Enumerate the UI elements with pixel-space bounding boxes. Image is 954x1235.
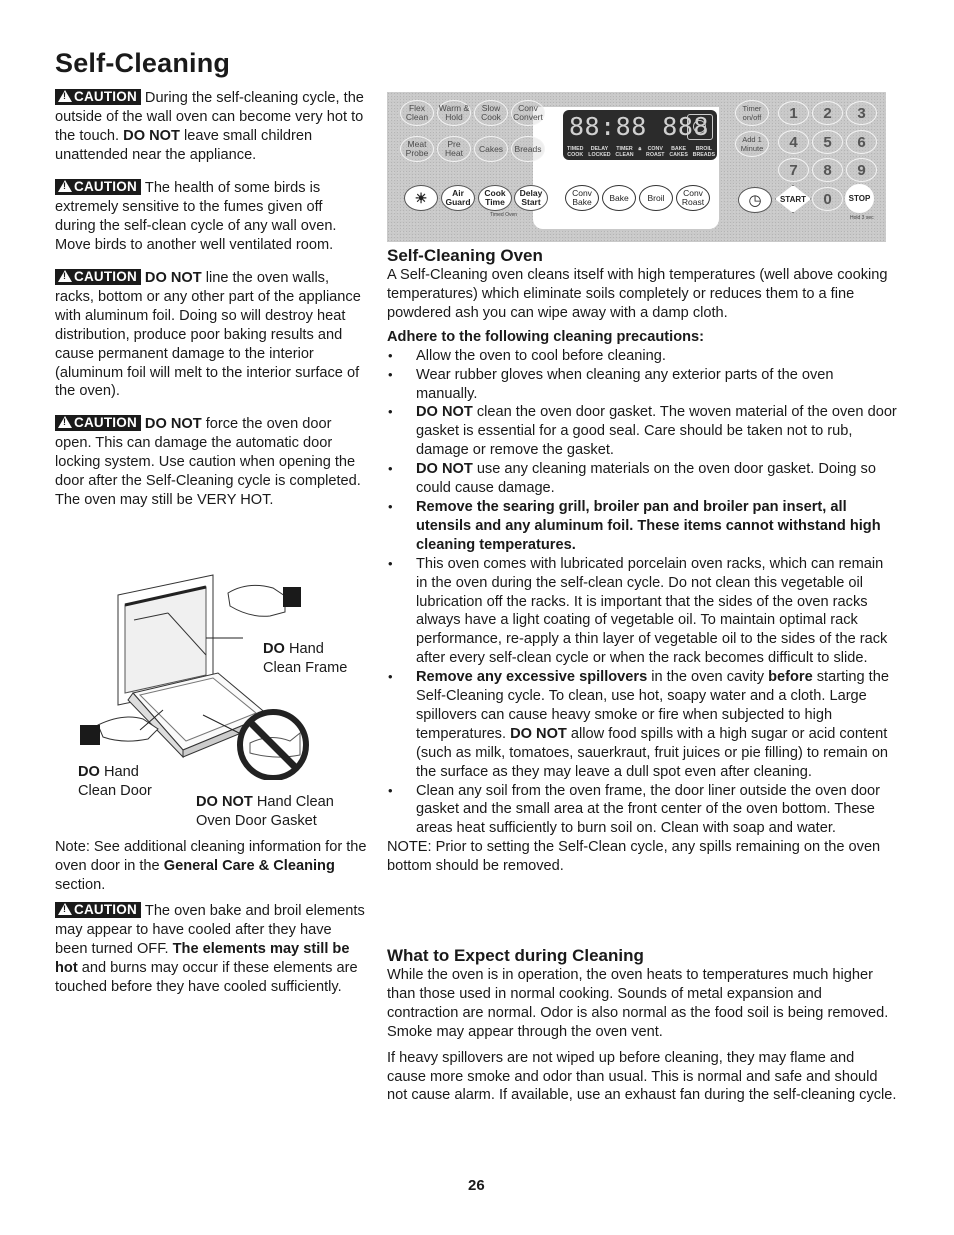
keypad-3[interactable]: 3 [846, 101, 877, 125]
note-paragraph: NOTE: Prior to setting the Self-Clean cy… [387, 839, 881, 875]
warm-hold-button[interactable]: Warm & Hold [437, 100, 471, 126]
light-icon: ☀ [414, 189, 428, 206]
precautions-lead: Adhere to the following cleaning precaut… [387, 328, 705, 345]
section-heading: Self-Cleaning Oven [387, 246, 543, 265]
caution-block-4: CAUTIONDO NOT force the oven door open. … [55, 415, 367, 510]
keypad-7[interactable]: 7 [778, 158, 809, 182]
note-block: Note: See additional cleaning informatio… [55, 839, 367, 893]
list-item: Allow the oven to cool before cleaning. [387, 347, 897, 366]
label-gasket: DO NOT Hand Clean Oven Door Gasket [196, 794, 334, 829]
warning-icon [58, 416, 72, 428]
broil-button[interactable]: Broil [639, 185, 673, 211]
caution-badge: CAUTION [55, 269, 141, 285]
delay-start-button[interactable]: Delay Start [514, 185, 548, 211]
list-item: Remove any excessive spillovers in the o… [387, 668, 897, 781]
cook-time-button[interactable]: Cook Time [478, 185, 512, 211]
label-door: DO Hand Clean Door [78, 764, 152, 799]
bake-button[interactable]: Bake [602, 185, 636, 211]
list-item: Clean any soil from the oven frame, the … [387, 782, 897, 839]
list-item: Wear rubber gloves when cleaning any ext… [387, 366, 897, 404]
conv-convert-button[interactable]: Conv Convert [511, 100, 545, 126]
self-cleaning-oven-section: Self-Cleaning Oven A Self-Cleaning oven … [387, 246, 897, 876]
paragraph: While the oven is in operation, the oven… [387, 967, 889, 1040]
what-to-expect-section: What to Expect during Cleaning While the… [387, 946, 897, 1105]
breads-button[interactable]: Breads [511, 136, 545, 162]
caution-badge: CAUTION [55, 902, 141, 918]
warning-icon [58, 270, 72, 282]
lock-icon: 🔒︎ [638, 146, 642, 152]
keypad-9[interactable]: 9 [846, 158, 877, 182]
section-heading: What to Expect during Cleaning [387, 946, 644, 965]
prohibited-icon [237, 709, 309, 780]
list-item: This oven comes with lubricated porcelai… [387, 555, 897, 668]
conv-bake-button[interactable]: Conv Bake [565, 185, 599, 211]
keypad-8[interactable]: 8 [812, 158, 843, 182]
hand-cleaning-frame-icon [227, 584, 301, 617]
keypad-5[interactable]: 5 [812, 130, 843, 154]
list-item: DO NOT use any cleaning materials on the… [387, 460, 897, 498]
add-1-minute-button[interactable]: Add 1 Minute [735, 131, 769, 157]
precautions-list: Allow the oven to cool before cleaning. … [387, 347, 897, 839]
caution-block-3: CAUTIONDO NOT line the oven walls, racks… [55, 269, 367, 401]
stop-button[interactable]: STOP [845, 184, 874, 213]
air-guard-button[interactable]: Air Guard [441, 185, 475, 211]
caution-block-2: CAUTIONThe health of some birds is extre… [55, 179, 367, 255]
hand-cleaning-door-icon [80, 716, 159, 745]
light-button[interactable]: ☀ [404, 185, 438, 211]
warning-icon [58, 90, 72, 102]
keypad-1[interactable]: 1 [778, 101, 809, 125]
timed-oven-label: Timed Oven [490, 212, 518, 218]
caution-block-1: CAUTIONDuring the self-cleaning cycle, t… [55, 89, 367, 165]
page-title: Self-Cleaning [55, 48, 231, 78]
page-number: 26 [468, 1177, 485, 1194]
timer-on-off-button[interactable]: Timer on/off [735, 100, 769, 126]
caution-badge: CAUTION [55, 179, 141, 195]
clock-button[interactable]: ◷ [738, 187, 772, 213]
keypad-2[interactable]: 2 [812, 101, 843, 125]
warning-icon [58, 180, 72, 192]
keypad-0[interactable]: 0 [812, 187, 843, 211]
caution-badge: CAUTION [55, 89, 141, 105]
oven-fan-icon [687, 114, 713, 140]
flex-clean-button[interactable]: Flex Clean [400, 100, 434, 126]
warning-icon [58, 903, 72, 915]
list-item: DO NOT clean the oven door gasket. The w… [387, 403, 897, 460]
cakes-button[interactable]: Cakes [474, 136, 508, 162]
keypad-4[interactable]: 4 [778, 130, 809, 154]
display-labels: TIMED COOK DELAY LOCKED TIMER CLEAN 🔒︎ C… [567, 146, 715, 158]
lcd-display: 88:88 888 TIMED COOK DELAY LOCKED TIMER … [563, 110, 717, 160]
caution-block-5: CAUTIONThe oven bake and broil elements … [55, 902, 367, 997]
paragraph: If heavy spillovers are not wiped up bef… [387, 1049, 897, 1104]
clock-icon: ◷ [748, 191, 762, 209]
list-item: Remove the searing grill, broiler pan an… [387, 498, 897, 555]
preheat-button[interactable]: Pre Heat [437, 136, 471, 162]
hold-3-sec-label: Hold 3 sec [850, 215, 874, 221]
keypad-6[interactable]: 6 [846, 130, 877, 154]
intro-paragraph: A Self-Cleaning oven cleans itself with … [387, 267, 888, 321]
label-frame: DO Hand Clean Frame [263, 641, 348, 676]
slow-cook-button[interactable]: Slow Cook [474, 100, 508, 126]
caution-badge: CAUTION [55, 415, 141, 431]
conv-roast-button[interactable]: Conv Roast [676, 185, 710, 211]
meat-probe-button[interactable]: Meat Probe [400, 136, 434, 162]
